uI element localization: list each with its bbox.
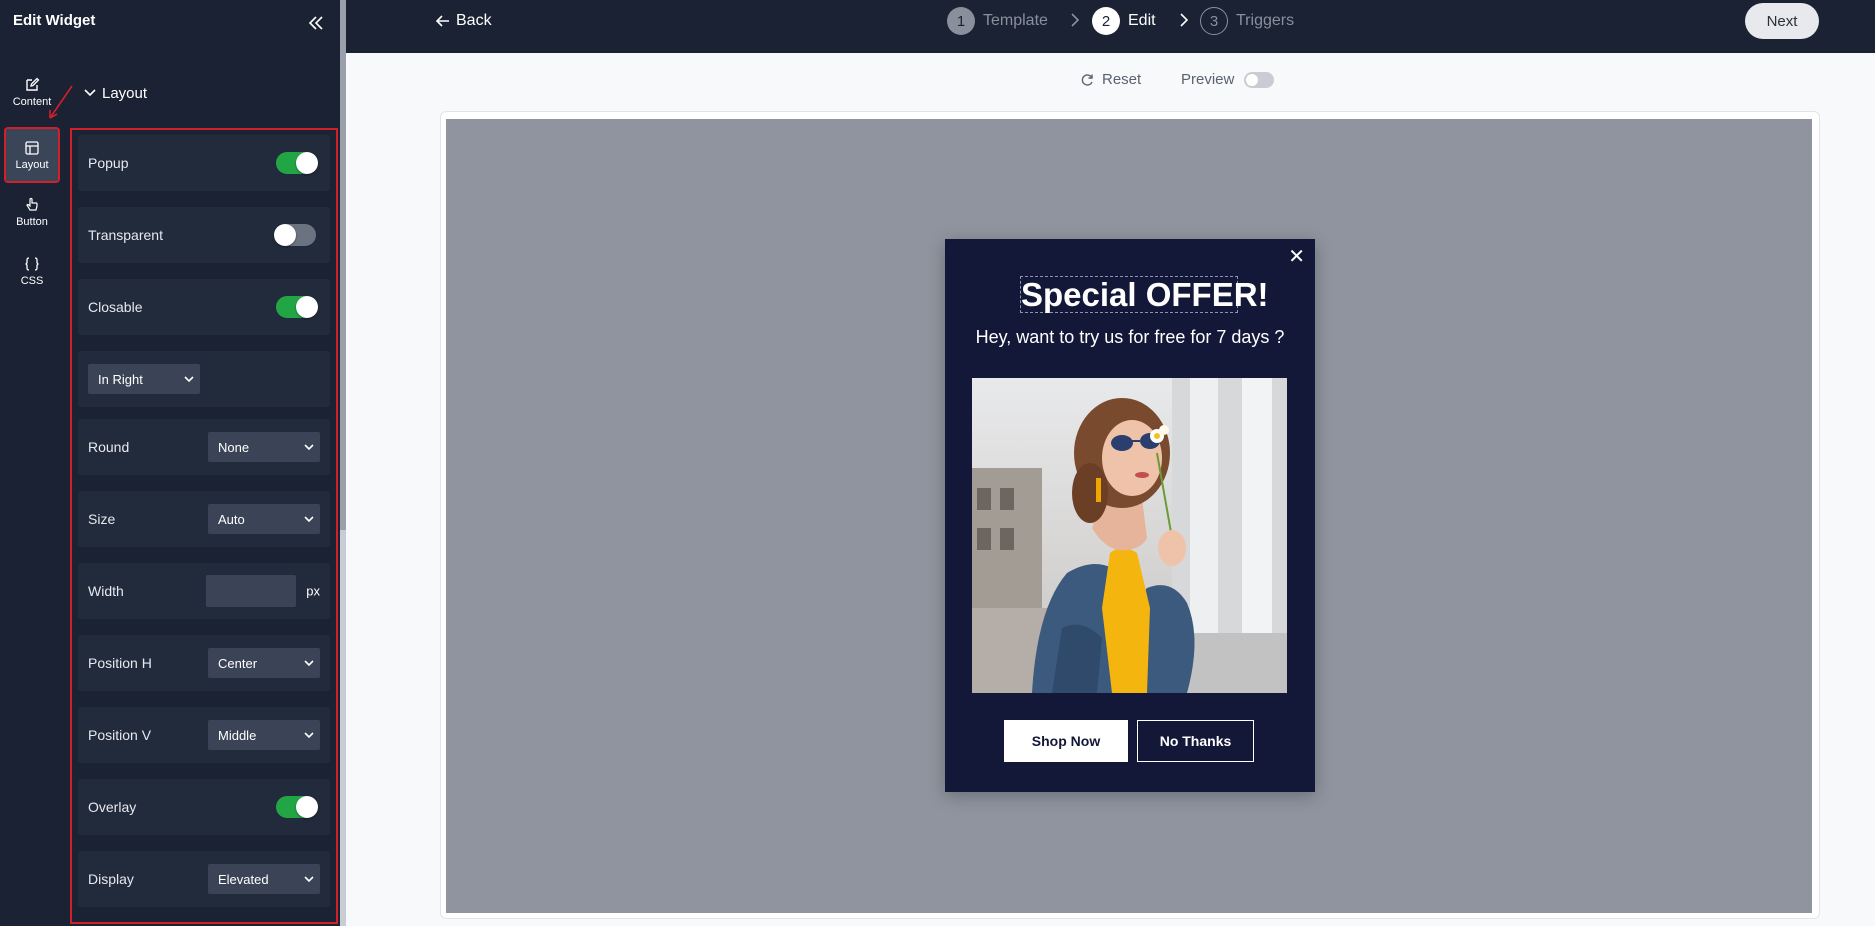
overlay-label: Overlay — [88, 799, 137, 815]
round-select[interactable]: None — [208, 432, 320, 462]
layout-icon — [25, 140, 39, 155]
arrow-left-icon — [436, 15, 449, 27]
transparent-toggle[interactable] — [274, 224, 316, 246]
chevron-right-icon — [1180, 13, 1189, 27]
round-label: Round — [88, 439, 130, 455]
round-select-value: None — [218, 439, 250, 455]
row-display: Display Elevated — [78, 851, 330, 907]
width-input[interactable] — [206, 575, 296, 607]
overlay-toggle[interactable] — [276, 796, 318, 818]
size-select-value: Auto — [218, 511, 245, 527]
step-template-number: 1 — [947, 7, 975, 35]
step-triggers[interactable]: 3 Triggers — [1200, 7, 1294, 35]
rail-item-css[interactable]: CSS — [6, 245, 58, 297]
rail-item-button[interactable]: Button — [6, 186, 58, 238]
rail-label-button: Button — [16, 215, 48, 228]
reset-label: Reset — [1102, 71, 1142, 88]
width-unit: px — [306, 583, 320, 599]
refresh-icon — [1081, 73, 1093, 86]
sidebar-scrollbar[interactable] — [340, 0, 346, 926]
step-triggers-number: 3 — [1200, 7, 1228, 35]
chevron-right-icon — [1071, 13, 1080, 27]
closable-label: Closable — [88, 299, 143, 315]
chevron-down-icon — [304, 515, 314, 522]
layout-section-header[interactable]: Layout — [84, 82, 147, 104]
shop-now-button[interactable]: Shop Now — [1004, 720, 1128, 762]
animation-select-value: In Right — [98, 371, 143, 387]
rail-label-css: CSS — [20, 274, 44, 287]
next-button[interactable]: Next — [1745, 3, 1819, 39]
chevron-down-icon — [304, 731, 314, 738]
popup-title[interactable]: Special OFFER! — [1020, 276, 1269, 313]
rail-label-layout: Layout — [15, 158, 49, 171]
closable-toggle[interactable] — [276, 296, 318, 318]
row-transparent: Transparent — [78, 207, 330, 263]
sidebar-title: Edit Widget — [13, 12, 96, 29]
back-label: Back — [456, 12, 492, 29]
popup-image[interactable] — [972, 378, 1287, 693]
step-template-label: Template — [983, 12, 1048, 29]
chevron-down-icon — [184, 375, 194, 382]
step-edit[interactable]: 2 Edit — [1092, 7, 1156, 35]
display-select[interactable]: Elevated — [208, 864, 320, 894]
collapse-sidebar-button[interactable] — [305, 12, 327, 34]
position-h-select[interactable]: Center — [208, 648, 320, 678]
popup-toggle[interactable] — [276, 152, 318, 174]
layout-section-title: Layout — [102, 84, 148, 102]
preview-control: Preview — [1181, 71, 1275, 88]
preview-label: Preview — [1181, 71, 1235, 88]
popup-subtitle[interactable]: Hey, want to try us for free for 7 days … — [945, 327, 1315, 348]
double-chevron-left-icon — [308, 16, 323, 30]
position-v-select-value: Middle — [218, 727, 257, 743]
close-icon[interactable]: ✕ — [1288, 247, 1305, 267]
position-h-select-value: Center — [218, 655, 258, 671]
step-triggers-label: Triggers — [1236, 12, 1295, 29]
rail-item-layout[interactable]: Layout — [4, 127, 60, 183]
position-h-label: Position H — [88, 655, 152, 671]
position-v-label: Position V — [88, 727, 152, 743]
row-position-v: Position V Middle — [78, 707, 330, 763]
animation-select[interactable]: In Right — [88, 364, 200, 394]
popup-label: Popup — [88, 155, 129, 171]
step-edit-label: Edit — [1128, 12, 1156, 29]
edit-widget-sidebar: Edit Widget Content Layout Button CSS La… — [0, 0, 346, 926]
pointer-icon — [26, 197, 38, 211]
braces-icon — [25, 256, 39, 271]
model-photo — [972, 378, 1287, 693]
row-popup: Popup — [78, 135, 330, 191]
chevron-down-icon — [84, 89, 96, 97]
row-overlay: Overlay — [78, 779, 330, 835]
display-select-value: Elevated — [218, 871, 269, 887]
top-bar: Back 1 Template 2 Edit 3 Triggers Next — [346, 0, 1875, 53]
chevron-down-icon — [304, 875, 314, 882]
chevron-down-icon — [304, 659, 314, 666]
row-round: Round None — [78, 419, 330, 475]
row-width: Width px — [78, 563, 330, 619]
position-v-select[interactable]: Middle — [208, 720, 320, 750]
transparent-label: Transparent — [88, 227, 163, 243]
row-position-h: Position H Center — [78, 635, 330, 691]
display-label: Display — [88, 871, 134, 887]
reset-button[interactable]: Reset — [1080, 71, 1141, 88]
chevron-down-icon — [304, 443, 314, 450]
width-label: Width — [88, 583, 124, 599]
popup-widget[interactable]: ✕ Special OFFER! Hey, want to try us for… — [945, 239, 1315, 792]
row-closable: Closable — [78, 279, 330, 335]
step-template[interactable]: 1 Template — [947, 7, 1048, 35]
sidebar-scrollbar-thumb[interactable] — [340, 0, 346, 530]
edit-icon — [26, 77, 40, 91]
preview-toggle[interactable] — [1244, 71, 1275, 88]
back-button[interactable]: Back — [436, 10, 492, 32]
step-edit-number: 2 — [1092, 7, 1120, 35]
no-thanks-button[interactable]: No Thanks — [1137, 720, 1254, 762]
row-size: Size Auto — [78, 491, 330, 547]
size-label: Size — [88, 511, 116, 527]
annotation-arrow — [49, 85, 73, 119]
size-select[interactable]: Auto — [208, 504, 320, 534]
row-animation: In Right — [78, 351, 330, 407]
layout-settings-panel: Popup Transparent Closable In Right Roun… — [70, 128, 338, 924]
